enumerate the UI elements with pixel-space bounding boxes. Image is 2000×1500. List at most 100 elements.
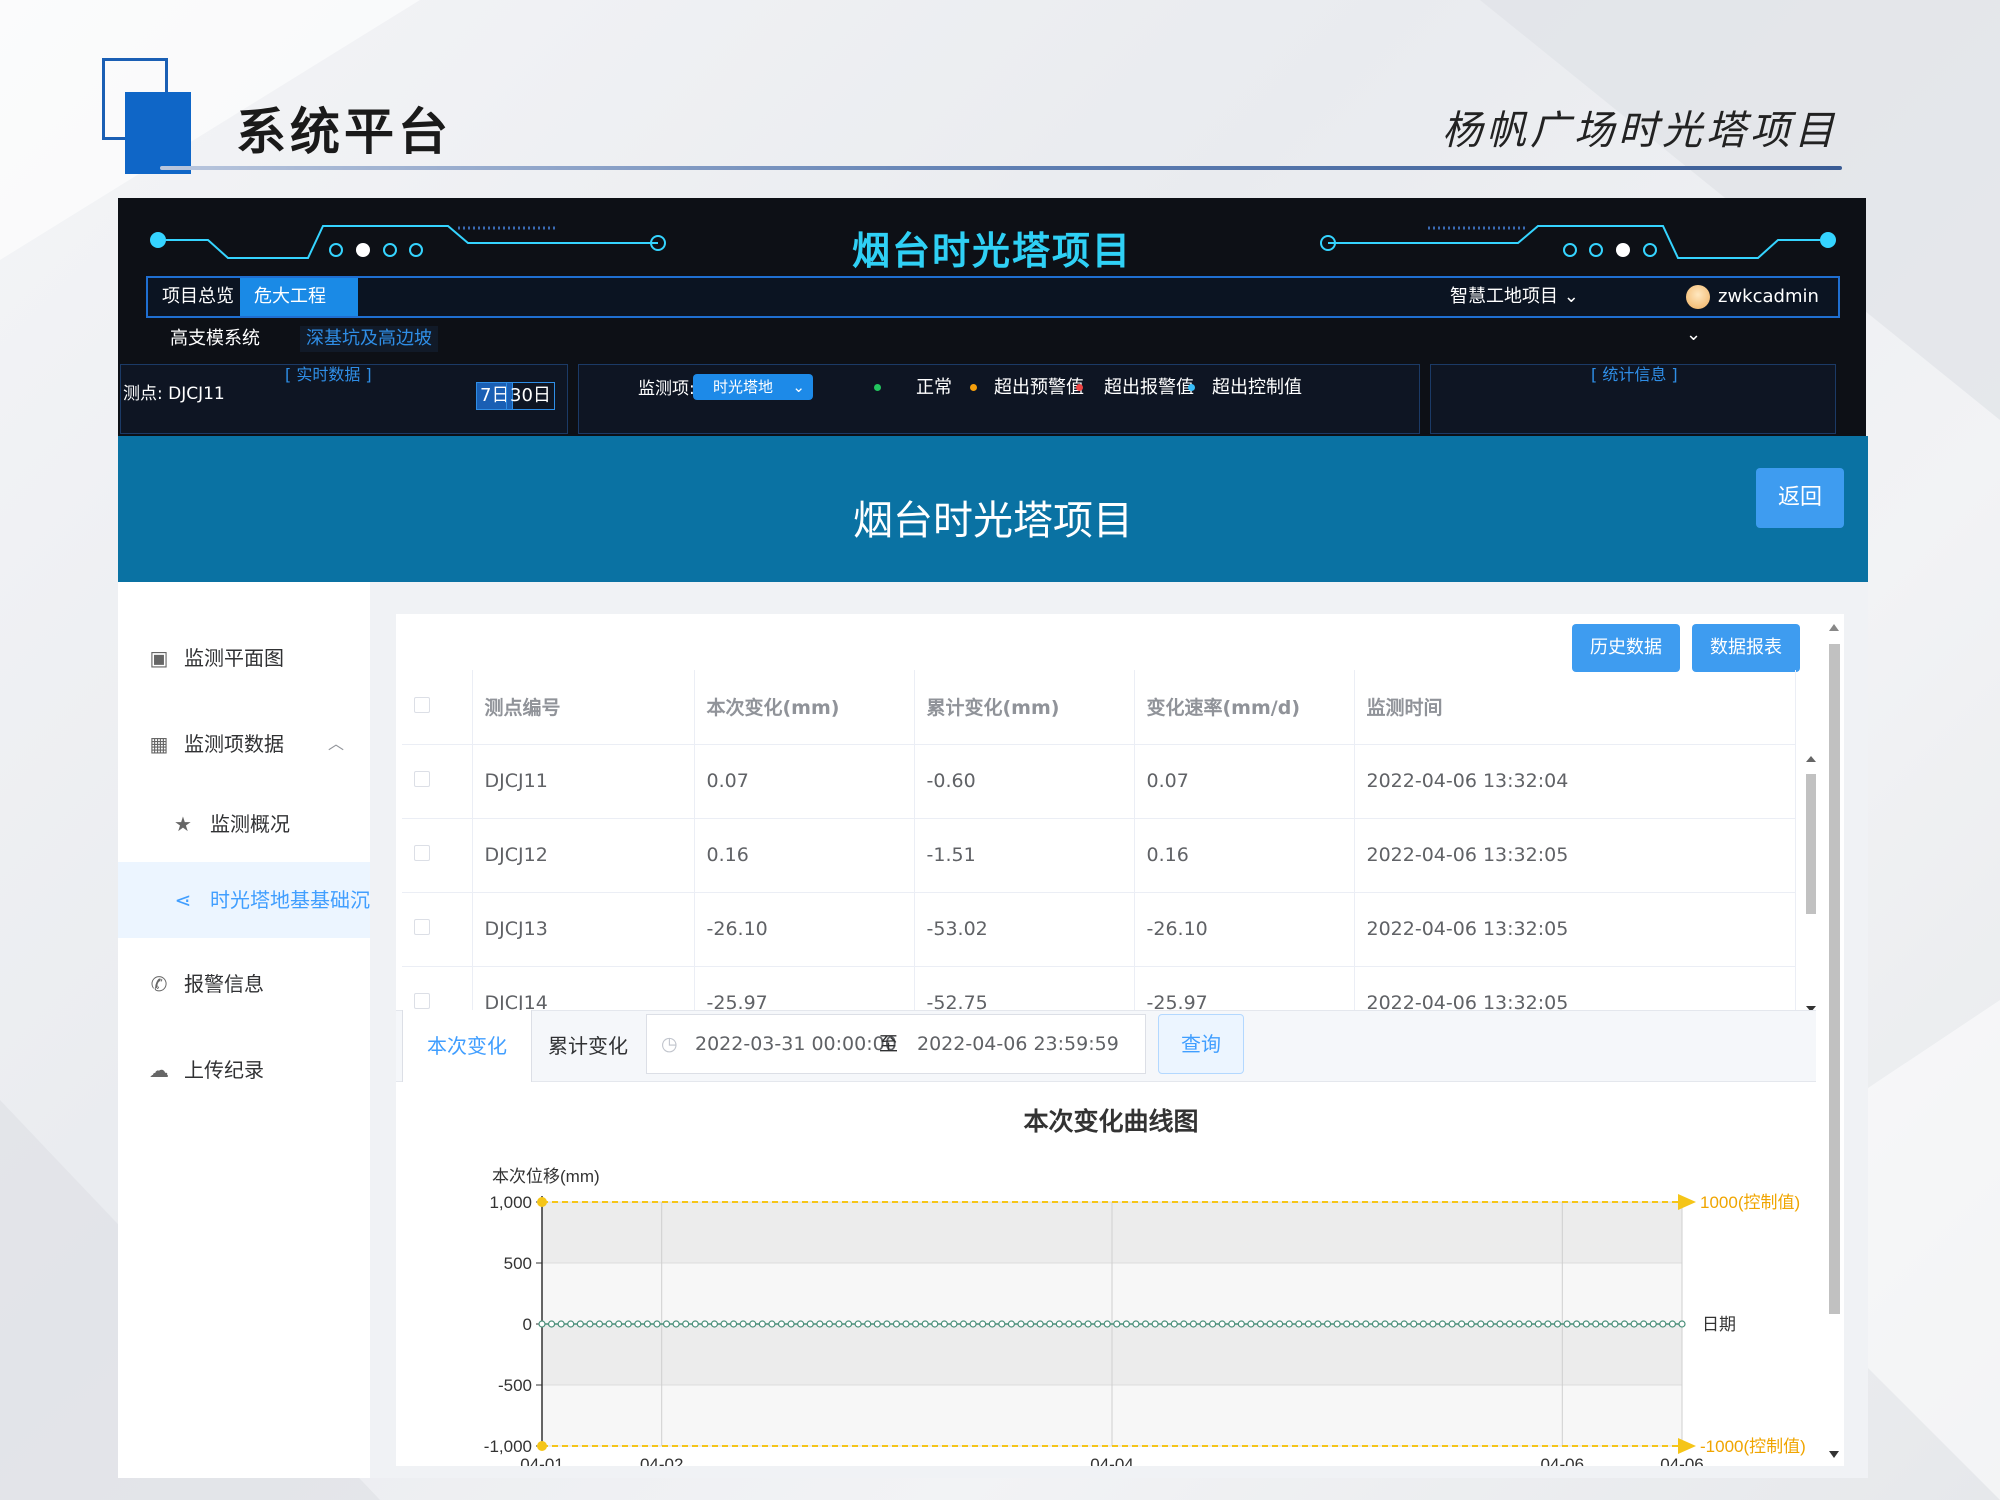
table-header-row: 测点编号 本次变化(mm) 累计变化(mm) 变化速率(mm/d) 监测时间 bbox=[402, 670, 1796, 745]
data-point bbox=[1611, 1320, 1619, 1328]
control-line-start bbox=[537, 1441, 547, 1451]
cell-cumulative: -0.60 bbox=[914, 744, 1135, 819]
data-point bbox=[1429, 1320, 1437, 1328]
slide-subtitle: 杨帆广场时光塔项目 bbox=[1442, 108, 1838, 154]
data-point bbox=[1400, 1320, 1408, 1328]
project-menu-dropdown[interactable]: 智慧工地项目 ⌄ bbox=[1450, 278, 1579, 316]
data-point bbox=[1391, 1320, 1399, 1328]
data-point bbox=[1199, 1320, 1207, 1328]
row-checkbox[interactable] bbox=[414, 771, 430, 787]
sidebar-item-floor-plan[interactable]: ▣ 监测平面图 bbox=[118, 620, 370, 696]
data-point bbox=[672, 1320, 680, 1328]
data-point bbox=[1094, 1320, 1102, 1328]
sidebar-item-settlement[interactable]: ⋖ 时光塔地基基础沉降 bbox=[118, 862, 390, 938]
date-end[interactable]: 2022-04-06 23:59:59 bbox=[917, 1015, 1119, 1073]
range-30-days[interactable]: 30日 bbox=[506, 382, 555, 410]
monitor-select[interactable]: 时光塔地 ⌄ bbox=[693, 374, 813, 400]
row-check-cell bbox=[402, 818, 473, 893]
sidebar-item-alarm[interactable]: ✆ 报警信息 bbox=[118, 946, 370, 1022]
data-point bbox=[1659, 1320, 1667, 1328]
date-start[interactable]: 2022-03-31 00:00:00 bbox=[695, 1015, 897, 1073]
data-point bbox=[998, 1320, 1006, 1328]
data-point bbox=[1553, 1320, 1562, 1328]
slide-divider bbox=[160, 166, 1842, 170]
sidebar-item-overview[interactable]: ★ 监测概况 bbox=[118, 786, 370, 862]
page-header-band: 烟台时光塔项目 返回 bbox=[118, 436, 1868, 582]
col-cumulative[interactable]: 累计变化(mm) bbox=[914, 670, 1135, 745]
col-point-id[interactable]: 测点编号 bbox=[472, 670, 695, 745]
x-tick-label: 04-04 bbox=[1090, 1455, 1133, 1466]
col-time[interactable]: 监测时间 bbox=[1354, 670, 1796, 745]
data-point bbox=[1141, 1320, 1150, 1328]
data-point bbox=[1132, 1320, 1140, 1328]
nav-major-hazard[interactable]: 危大工程 bbox=[240, 278, 358, 316]
data-point bbox=[1314, 1320, 1322, 1328]
data-point bbox=[1515, 1320, 1523, 1328]
data-point bbox=[844, 1320, 853, 1328]
data-point bbox=[921, 1320, 929, 1328]
star-icon: ★ bbox=[174, 812, 192, 836]
data-point bbox=[892, 1320, 901, 1328]
col-rate[interactable]: 变化速率(mm/d) bbox=[1134, 670, 1355, 745]
legend-control: 超出控制值 bbox=[1212, 377, 1302, 398]
sidebar-item-monitor-data[interactable]: ▦ 监测项数据 ︿ bbox=[118, 706, 370, 782]
data-point bbox=[777, 1320, 786, 1328]
data-point bbox=[1247, 1320, 1255, 1328]
y-tick-label: -500 bbox=[498, 1376, 532, 1395]
table-row[interactable]: DJCJ11 0.07 -0.60 0.07 2022-04-06 13:32:… bbox=[402, 744, 1796, 819]
select-all-checkbox[interactable] bbox=[414, 696, 430, 713]
sidebar-item-upload[interactable]: ☁ 上传纪录 bbox=[118, 1032, 370, 1108]
data-point bbox=[1534, 1320, 1542, 1328]
subnav-formwork[interactable]: 高支模系统 bbox=[170, 326, 260, 352]
row-checkbox[interactable] bbox=[414, 845, 430, 861]
col-change[interactable]: 本次变化(mm) bbox=[694, 670, 915, 745]
cloud-upload-icon: ☁ bbox=[149, 1058, 169, 1082]
back-button[interactable]: 返回 bbox=[1756, 468, 1844, 528]
data-point bbox=[1496, 1320, 1504, 1328]
data-point bbox=[959, 1320, 968, 1328]
data-point bbox=[1007, 1320, 1016, 1328]
data-point bbox=[557, 1320, 565, 1328]
data-point bbox=[710, 1320, 719, 1328]
sidebar-item-label: 监测平面图 bbox=[184, 646, 284, 670]
row-checkbox[interactable] bbox=[414, 993, 430, 1009]
data-point bbox=[940, 1320, 948, 1328]
nav-project-overview[interactable]: 项目总览 bbox=[148, 278, 248, 316]
monitor-table: 测点编号 本次变化(mm) 累计变化(mm) 变化速率(mm/d) 监测时间 D… bbox=[402, 670, 1796, 1041]
data-point bbox=[595, 1320, 604, 1328]
y-tick-label: -1,000 bbox=[484, 1437, 532, 1456]
point-label: 测点: DJCJ11 bbox=[123, 384, 225, 404]
row-checkbox[interactable] bbox=[414, 919, 430, 935]
data-point bbox=[950, 1320, 958, 1328]
cell-point-id: DJCJ12 bbox=[472, 818, 695, 893]
data-point bbox=[912, 1320, 920, 1328]
table-scrollbar[interactable] bbox=[1804, 754, 1818, 1014]
user-menu[interactable]: zwkcadmin ⌄ bbox=[1686, 278, 1838, 345]
data-point bbox=[1046, 1320, 1054, 1328]
data-point bbox=[739, 1320, 747, 1328]
data-point bbox=[1323, 1320, 1332, 1328]
data-point bbox=[1036, 1320, 1044, 1328]
sidebar: ▣ 监测平面图 ▦ 监测项数据 ︿ ★ 监测概况 ⋖ 时光塔地基基础沉降 ✆ 报… bbox=[118, 582, 390, 1478]
data-point bbox=[1189, 1320, 1198, 1328]
image-icon: ▣ bbox=[149, 646, 169, 670]
data-point bbox=[979, 1320, 987, 1328]
data-point bbox=[1161, 1320, 1169, 1328]
history-data-button[interactable]: 历史数据 bbox=[1572, 624, 1680, 672]
subnav-foundation-pit[interactable]: 深基坑及高边坡 bbox=[300, 326, 438, 352]
tab-cumulative-change[interactable]: 累计变化 bbox=[524, 1010, 652, 1082]
data-point bbox=[883, 1320, 891, 1328]
date-range-picker[interactable]: ◷ 2022-03-31 00:00:00 至 2022-04-06 23:59… bbox=[646, 1014, 1146, 1074]
x-tick-label: 04-06 bbox=[1660, 1455, 1703, 1466]
table-row[interactable]: DJCJ13 -26.10 -53.02 -26.10 2022-04-06 1… bbox=[402, 892, 1796, 967]
tab-current-change[interactable]: 本次变化 bbox=[402, 1010, 532, 1082]
data-report-button[interactable]: 数据报表 bbox=[1692, 624, 1800, 672]
data-point bbox=[576, 1320, 584, 1328]
data-point bbox=[864, 1320, 872, 1328]
table-row[interactable]: DJCJ12 0.16 -1.51 0.16 2022-04-06 13:32:… bbox=[402, 818, 1796, 893]
data-point bbox=[720, 1320, 728, 1328]
data-point bbox=[701, 1320, 709, 1328]
query-button[interactable]: 查询 bbox=[1158, 1014, 1244, 1074]
data-point bbox=[605, 1320, 613, 1328]
page-scrollbar[interactable] bbox=[1826, 624, 1842, 1460]
